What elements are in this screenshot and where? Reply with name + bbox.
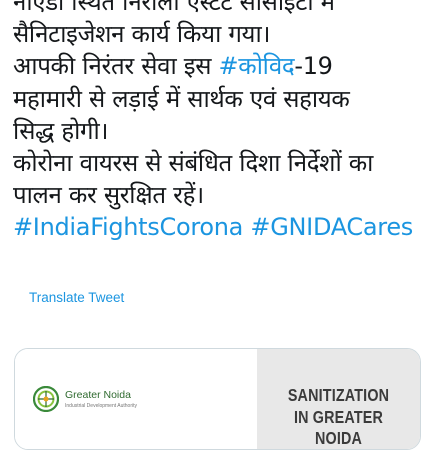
media-card[interactable]: Greater Noida Industrial Development Aut… <box>14 348 421 450</box>
tweet-text: आपकी निरंतर सेवा इस <box>13 52 219 81</box>
hashtag-link[interactable]: #कोविद <box>218 52 294 80</box>
hashtag-link[interactable]: #GNIDACares <box>250 213 413 241</box>
tweet-text: सैनिटाइजेशन कार्य किया गया। <box>13 20 271 49</box>
card-logo-subtext: Industrial Development Authority <box>65 403 137 409</box>
tweet-text: पालन कर सुरक्षित रहें। <box>13 181 204 210</box>
tweet-line: महामारी से लड़ाई में सार्थक एवं सहायक <box>13 83 425 115</box>
tweet-line: आपकी निरंतर सेवा इस #कोविद-19 <box>13 50 425 82</box>
tweet-text: -19 <box>294 52 333 81</box>
tweet-line: सिद्ध होगी। <box>13 115 425 147</box>
hashtag-link[interactable]: #IndiaFightsCorona <box>13 213 243 241</box>
tweet-line: पालन कर सुरक्षित रहें। <box>13 179 425 211</box>
tweet-line: नोएडा स्थित निराला एस्टेट सोसाइटी में <box>13 0 425 18</box>
translate-tweet-link[interactable]: Translate Tweet <box>29 290 124 305</box>
tweet-text: कोरोना वायरस से संबंधित दिशा निर्देशों क… <box>13 149 374 178</box>
tweet-body: नोएडा स्थित निराला एस्टेट सोसाइटी में सैन… <box>13 0 425 244</box>
greater-noida-logo-icon <box>33 386 59 412</box>
tweet-text: नोएडा स्थित निराला एस्टेट सोसाइटी में <box>13 0 335 16</box>
tweet-line: सैनिटाइजेशन कार्य किया गया। <box>13 18 425 50</box>
tweet-line: #IndiaFightsCorona #GNIDACares <box>13 211 425 243</box>
tweet-line: कोरोना वायरस से संबंधित दिशा निर्देशों क… <box>13 147 425 179</box>
card-logo-text: Greater Noida <box>65 389 131 401</box>
card-headline-line-2: IN GREATER NOIDA <box>293 407 384 448</box>
tweet-text: सिद्ध होगी। <box>13 116 109 145</box>
card-logo-panel: Greater Noida Industrial Development Aut… <box>15 349 257 449</box>
tweet-text: महामारी से लड़ाई में सार्थक एवं सहायक <box>13 84 350 113</box>
card-headline-line-1: SANITIZATION <box>287 385 390 405</box>
card-title-panel: SANITIZATION IN GREATER NOIDA <box>257 349 420 449</box>
